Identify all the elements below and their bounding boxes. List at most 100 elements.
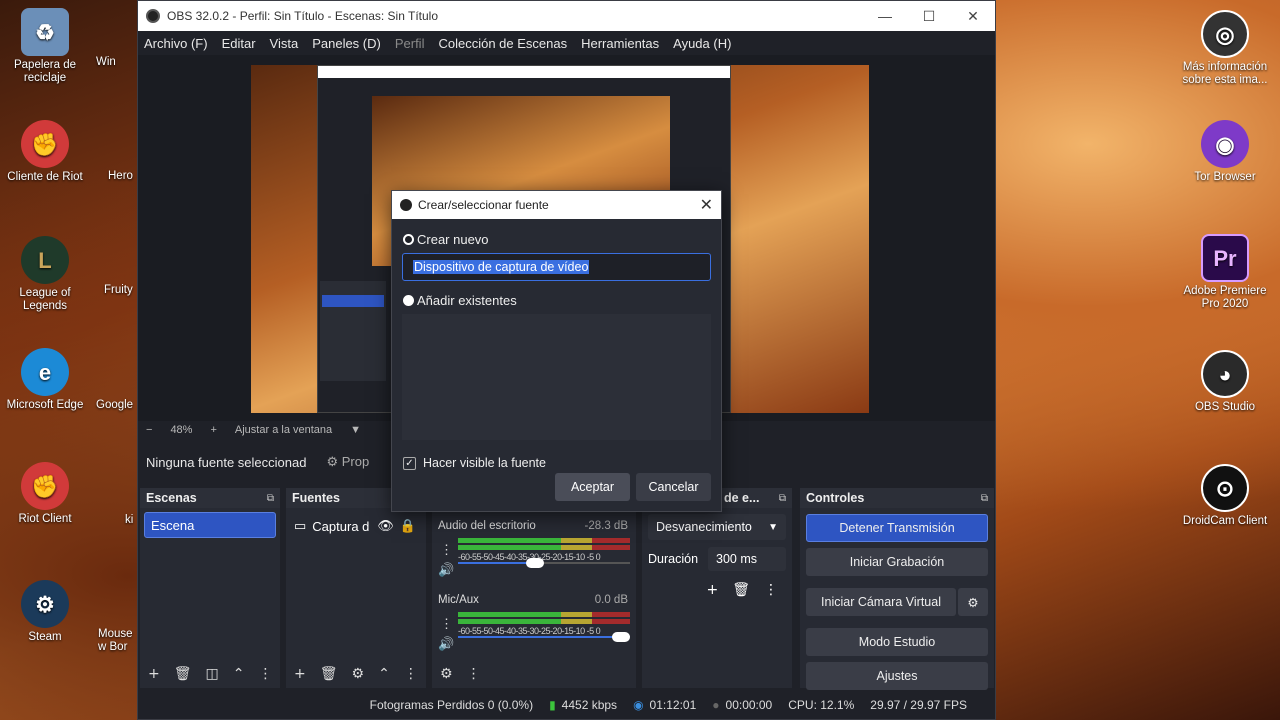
channel-menu-icon[interactable]: ⋮: [440, 616, 453, 632]
dropped-frames: Fotogramas Perdidos 0 (0.0%): [369, 698, 534, 712]
add-scene-icon[interactable]: +: [148, 666, 160, 682]
close-button[interactable]: ✕: [951, 8, 995, 25]
studio-mode-button[interactable]: Modo Estudio: [806, 628, 988, 656]
source-item[interactable]: ▭ Captura d 👁 🔒: [290, 516, 422, 536]
start-recording-button[interactable]: Iniciar Grabación: [806, 548, 988, 576]
transitions-dock: de e... ⧉ Desvanecimiento ▼ Duración 300 …: [642, 488, 792, 688]
monitor-icon: ▭: [294, 518, 307, 533]
steam-icon: ⚙: [21, 580, 69, 628]
menu-vista[interactable]: Vista: [270, 36, 299, 51]
controls-title: Controles: [806, 491, 865, 505]
menu-coleccion[interactable]: Colección de Escenas: [438, 36, 567, 51]
move-up-icon[interactable]: ⌃: [233, 666, 245, 682]
filter-icon[interactable]: ◫: [206, 666, 219, 682]
checkmark-icon: ✓: [403, 456, 416, 470]
recycle-bin-icon: ♻: [21, 8, 69, 56]
undock-icon[interactable]: ⧉: [981, 493, 988, 504]
volume-slider[interactable]: [458, 632, 630, 642]
obs-logo-icon: [146, 9, 160, 23]
virtual-camera-settings-icon[interactable]: ⚙: [958, 588, 988, 616]
menu-perfil[interactable]: Perfil: [395, 36, 425, 51]
desktop-icon-premiere[interactable]: Pr Adobe Premiere Pro 2020: [1180, 234, 1270, 311]
no-source-label: Ninguna fuente seleccionad: [146, 454, 307, 470]
desktop-icon-steam[interactable]: ⚙ Steam: [0, 580, 90, 644]
create-select-source-dialog: Crear/seleccionar fuente ✕ Crear nuevo D…: [391, 190, 722, 512]
menu-herramientas[interactable]: Herramientas: [581, 36, 659, 51]
accept-button[interactable]: Aceptar: [555, 473, 630, 501]
dialog-title-bar[interactable]: Crear/seleccionar fuente ✕: [392, 191, 721, 219]
desktop-icon-win[interactable]: Win: [96, 56, 136, 69]
desktop-icon-hero[interactable]: Hero: [108, 170, 138, 183]
dialog-close-icon[interactable]: ✕: [700, 195, 713, 215]
visibility-eye-icon[interactable]: 👁: [377, 518, 394, 534]
riot-icon: ✊: [21, 462, 69, 510]
bitrate: 4452 kbps: [561, 698, 618, 712]
undock-icon[interactable]: ⧉: [267, 493, 274, 504]
lock-icon[interactable]: 🔒: [400, 518, 416, 534]
volume-meter: -60-55-50-45-40-35-30-25-20-15-10 -5 0: [458, 612, 630, 636]
desktop-icon-edge[interactable]: e Microsoft Edge: [0, 348, 90, 412]
transition-more-icon[interactable]: ⋮: [764, 582, 778, 598]
desktop-icon-riot-client-es[interactable]: ✊ Cliente de Riot: [0, 120, 90, 184]
duration-input[interactable]: 300 ms: [708, 547, 786, 571]
desktop-icon-info[interactable]: ◎ Más información sobre esta ima...: [1180, 10, 1270, 87]
desktop-icon-google[interactable]: Google: [96, 399, 138, 412]
fit-dropdown-icon[interactable]: ▼: [350, 424, 361, 436]
speaker-icon[interactable]: 🔊: [438, 636, 454, 652]
desktop-icon-tor[interactable]: ◉ Tor Browser: [1180, 120, 1270, 184]
desktop-icon-riot-client[interactable]: ✊ Riot Client: [0, 462, 90, 526]
source-settings-icon[interactable]: ⚙: [352, 666, 365, 682]
scene-item[interactable]: Escena: [144, 512, 276, 538]
fit-window-label[interactable]: Ajustar a la ventana: [235, 424, 332, 436]
menu-ayuda[interactable]: Ayuda (H): [673, 36, 731, 51]
add-transition-icon[interactable]: +: [706, 582, 718, 598]
volume-meter: -60-55-50-45-40-35-30-25-20-15-10 -5 0: [458, 538, 630, 562]
title-bar[interactable]: OBS 32.0.2 - Perfil: Sin Título - Escena…: [138, 1, 995, 31]
menu-editar[interactable]: Editar: [222, 36, 256, 51]
zoom-out-button[interactable]: −: [146, 424, 152, 436]
desktop-icon-obs[interactable]: ◕ OBS Studio: [1180, 350, 1270, 414]
remove-source-icon[interactable]: 🗑: [320, 666, 338, 682]
droidcam-icon: ⊙: [1201, 464, 1249, 512]
virtual-camera-button[interactable]: Iniciar Cámara Virtual: [806, 588, 956, 616]
undock-icon[interactable]: ⧉: [779, 493, 786, 504]
maximize-button[interactable]: ☐: [907, 8, 951, 25]
desktop-icon-recycle-bin[interactable]: ♻ Papelera de reciclaje: [0, 8, 90, 85]
desktop-icon-league[interactable]: L League of Legends: [0, 236, 90, 313]
league-icon: L: [21, 236, 69, 284]
menu-paneles[interactable]: Paneles (D): [312, 36, 381, 51]
create-new-radio[interactable]: Crear nuevo: [403, 232, 721, 247]
record-time: 00:00:00: [725, 698, 773, 712]
add-existing-radio[interactable]: Añadir existentes: [403, 293, 721, 308]
camera-icon: ◎: [1201, 10, 1249, 58]
more-icon[interactable]: ⋮: [258, 666, 272, 682]
desktop-icon-mouse[interactable]: Mouse w Bor: [98, 628, 138, 654]
transition-select[interactable]: Desvanecimiento ▼: [648, 514, 786, 540]
remove-scene-icon[interactable]: 🗑: [174, 666, 192, 682]
source-name-input[interactable]: Dispositivo de captura de vídeo: [402, 253, 711, 281]
stop-streaming-button[interactable]: Detener Transmisión: [806, 514, 988, 542]
speaker-icon[interactable]: 🔊: [438, 562, 454, 578]
volume-slider[interactable]: [458, 558, 630, 568]
cancel-button[interactable]: Cancelar: [636, 473, 711, 501]
obs-logo-icon: [400, 199, 412, 211]
desktop-icon-fruity[interactable]: Fruity: [104, 284, 138, 297]
duration-label: Duración: [648, 552, 699, 566]
settings-button[interactable]: Ajustes: [806, 662, 988, 690]
menu-archivo[interactable]: Archivo (F): [144, 36, 208, 51]
make-visible-checkbox[interactable]: ✓ Hacer visible la fuente: [403, 456, 721, 470]
remove-transition-icon[interactable]: 🗑: [732, 582, 750, 598]
add-source-icon[interactable]: +: [294, 666, 306, 682]
source-up-icon[interactable]: ⌃: [378, 666, 390, 682]
properties-button[interactable]: ⚙ Prop: [326, 454, 369, 470]
zoom-in-button[interactable]: +: [210, 424, 216, 436]
mixer-more-icon[interactable]: ⋮: [467, 666, 481, 682]
source-more-icon[interactable]: ⋮: [404, 666, 418, 682]
stream-icon: ◉: [633, 698, 644, 712]
channel-menu-icon[interactable]: ⋮: [440, 542, 453, 558]
existing-sources-list[interactable]: [402, 314, 711, 440]
mixer-settings-icon[interactable]: ⚙: [440, 666, 453, 682]
minimize-button[interactable]: —: [863, 8, 907, 25]
radio-selected-icon: [403, 234, 414, 245]
desktop-icon-droidcam[interactable]: ⊙ DroidCam Client: [1180, 464, 1270, 528]
